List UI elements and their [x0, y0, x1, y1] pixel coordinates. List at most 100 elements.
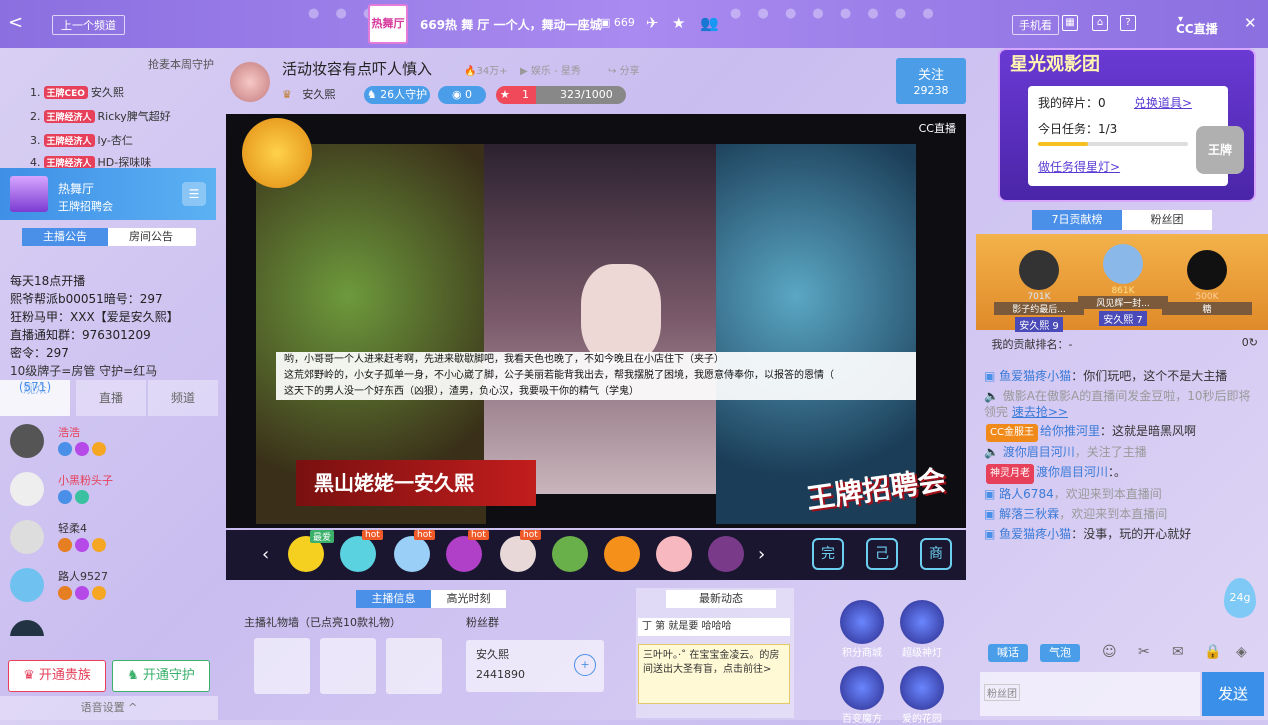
crown-icon: ♛: [282, 88, 292, 101]
fan-club-tag: 粉丝团: [984, 684, 1020, 701]
stream-title: 活动妆容有点吓人慎入: [282, 60, 433, 78]
guard-count[interactable]: ♞ 26人守护: [364, 86, 430, 104]
chat-message: ▣ 路人6784，欢迎来到本直播间: [984, 487, 1162, 501]
voice-settings[interactable]: 语音设置 ^: [0, 696, 218, 720]
tab-anchor-info[interactable]: 主播信息: [356, 590, 431, 608]
room-card[interactable]: 热舞厅 王牌招聘会 ☰: [0, 168, 216, 220]
emoji-icon[interactable]: ☺: [1102, 644, 1117, 660]
video-player[interactable]: CC直播 哟，小哥哥一个人进来赶考啊，先进来歇歇脚吧，我看天色也晚了，不如今晚且…: [226, 114, 966, 528]
gift-item[interactable]: [656, 536, 692, 572]
gift-bubble[interactable]: 24g: [1224, 578, 1256, 618]
right-panel: 星光观影团 我的碎片：0 兑换道具> 今日任务：1/3 做任务得星灯> 王牌 7日…: [976, 48, 1268, 720]
rank-item[interactable]: 1. 王牌CEO 安久熙: [30, 84, 124, 100]
avatar: [10, 620, 44, 636]
category-link[interactable]: ▶ 娱乐 - 星秀: [520, 62, 581, 77]
lock-icon[interactable]: 🔒: [1204, 644, 1221, 660]
send-button[interactable]: 发送: [1202, 672, 1264, 716]
open-guard-button[interactable]: ♞ 开通守护: [112, 660, 210, 692]
news-item[interactable]: 丁 第 就是要 哈哈哈: [638, 618, 790, 636]
activity-magic-lamp[interactable]: 超级神灯: [894, 600, 950, 659]
share-button[interactable]: ↪ 分享: [608, 62, 640, 77]
room-name: 热舞厅: [58, 182, 95, 196]
fans-count[interactable]: ◉ 0: [438, 86, 486, 104]
podium-first[interactable]: 861K 风见辉一封... 安久熙 7: [1078, 238, 1168, 326]
refresh-icon[interactable]: ↻: [1249, 336, 1258, 349]
users-icon[interactable]: 👥: [700, 14, 719, 32]
activity-magic-cube[interactable]: 百变魔方: [834, 666, 890, 725]
gift-item[interactable]: [446, 536, 482, 572]
subtitle-box: 哟，小哥哥一个人进来赶考啊，先进来歇歇脚吧，我看天色也晚了，不如今晚且在小店住下…: [276, 352, 916, 400]
package-button[interactable]: 己: [866, 538, 898, 570]
gift-item[interactable]: [604, 536, 640, 572]
news-item[interactable]: 三叶叶。·˚ 在宝宝金凌云。的房间送出大圣有盲，点击前往>: [638, 644, 790, 704]
level-progress: ★ 1 323/1000: [496, 86, 626, 104]
menu-icon[interactable]: ☰: [182, 182, 206, 206]
decor-dots-right: ● ● ● ● ● ● ● ●: [730, 6, 940, 21]
back-icon[interactable]: <: [8, 12, 23, 33]
notice-text: 每天18点开播 熙爷帮派b00051暗号：297 狂粉马甲：XXX【爱是安久熙】 直播…: [10, 274, 179, 360]
do-task-link[interactable]: 做任务得星灯>: [1038, 158, 1120, 175]
tab-audience[interactable]: 观众 (571): [0, 380, 70, 416]
scissors-icon[interactable]: ✂: [1138, 644, 1150, 660]
shout-button[interactable]: 喊话: [988, 644, 1028, 662]
minimize-icon[interactable]: ▾: [1178, 14, 1183, 25]
audience-user[interactable]: [10, 620, 210, 636]
star-icon[interactable]: ★: [672, 14, 685, 32]
pin-icon[interactable]: ◈: [1236, 644, 1247, 660]
chevron-right-icon[interactable]: ›: [758, 544, 765, 565]
anchor-avatar[interactable]: [230, 62, 270, 102]
tab-live[interactable]: 直播: [76, 380, 146, 416]
gift-item[interactable]: [708, 536, 744, 572]
channel-title: 669热 舞 厅 一个人，舞动一座城: [420, 18, 602, 32]
activity-points-mall[interactable]: 积分商城: [834, 600, 890, 659]
plane-icon[interactable]: ✈: [646, 14, 659, 32]
contribution-tabs: 7日贡献榜 粉丝团: [1032, 210, 1212, 230]
chat-system-message: 🔈 傲影A在傲影A的直播间发金豆啦，10秒后即将领完 速去抢>>: [984, 389, 1251, 419]
podium-second[interactable]: 701K 影子约最后... 安久熙 9: [994, 244, 1084, 332]
gift-item[interactable]: [394, 536, 430, 572]
banner-card: 我的碎片：0 兑换道具> 今日任务：1/3 做任务得星灯> 王牌: [1028, 86, 1244, 186]
tab-anchor-notice[interactable]: 主播公告: [22, 228, 108, 246]
anchor-name: 安久熙: [302, 88, 336, 101]
channel-logo: 热舞厅: [368, 4, 408, 44]
hot-count: 🔥34万+: [464, 66, 508, 77]
close-icon[interactable]: ✕: [1244, 14, 1257, 32]
prev-channel-button[interactable]: 上一个频道: [52, 15, 125, 35]
name-caption: 黑山姥姥一安久熙: [296, 460, 536, 506]
activity-love-garden[interactable]: 爱的花园: [894, 666, 950, 725]
rank-item[interactable]: 2. 王牌经济人 Ricky脾气超好: [30, 108, 171, 124]
grab-link[interactable]: 速去抢>>: [1012, 405, 1068, 419]
message-icon[interactable]: ✉: [1172, 644, 1184, 660]
tab-highlights[interactable]: 高光时刻: [431, 590, 506, 608]
gift-item[interactable]: [552, 536, 588, 572]
mobile-watch-button[interactable]: 手机看: [1012, 15, 1059, 35]
bubble-button[interactable]: 气泡: [1040, 644, 1080, 662]
gift-wall-item[interactable]: [386, 638, 442, 694]
chat-input[interactable]: 粉丝团: [980, 672, 1200, 716]
open-noble-button[interactable]: ♛ 开通贵族: [8, 660, 106, 692]
rank-item[interactable]: 3. 王牌经济人 ly-杏仁: [30, 132, 133, 148]
follow-button[interactable]: 关注 29238: [896, 58, 966, 104]
grab-mic-button[interactable]: 抢麦: [148, 56, 170, 72]
gift-item[interactable]: [340, 536, 376, 572]
exchange-link[interactable]: 兑换道具>: [1134, 94, 1192, 111]
join-plus-icon[interactable]: +: [574, 654, 596, 676]
tab-channel[interactable]: 频道: [148, 380, 218, 416]
info-tabs: 主播信息 高光时刻: [356, 590, 506, 608]
help-icon[interactable]: ?: [1120, 15, 1136, 31]
fan-group-card[interactable]: 安久熙 2441890 +: [466, 640, 604, 692]
chevron-left-icon[interactable]: ‹: [262, 544, 269, 565]
tab-room-notice[interactable]: 房间公告: [108, 228, 194, 246]
home-icon[interactable]: ⌂: [1092, 15, 1108, 31]
shop-button[interactable]: 商: [920, 538, 952, 570]
tab-7day-rank[interactable]: 7日贡献榜: [1032, 210, 1122, 230]
rank-item[interactable]: 4. 王牌经济人 HD-探味味: [30, 154, 151, 168]
complete-gift-button[interactable]: 完: [812, 538, 844, 570]
gift-wall-item[interactable]: [320, 638, 376, 694]
gift-wall-item[interactable]: [254, 638, 310, 694]
gift-item[interactable]: [500, 536, 536, 572]
task-progress: [1038, 142, 1188, 146]
tab-fan-club[interactable]: 粉丝团: [1122, 210, 1212, 230]
grid-icon[interactable]: ▦: [1062, 15, 1078, 31]
podium-third[interactable]: 500K 糖: [1162, 244, 1252, 328]
